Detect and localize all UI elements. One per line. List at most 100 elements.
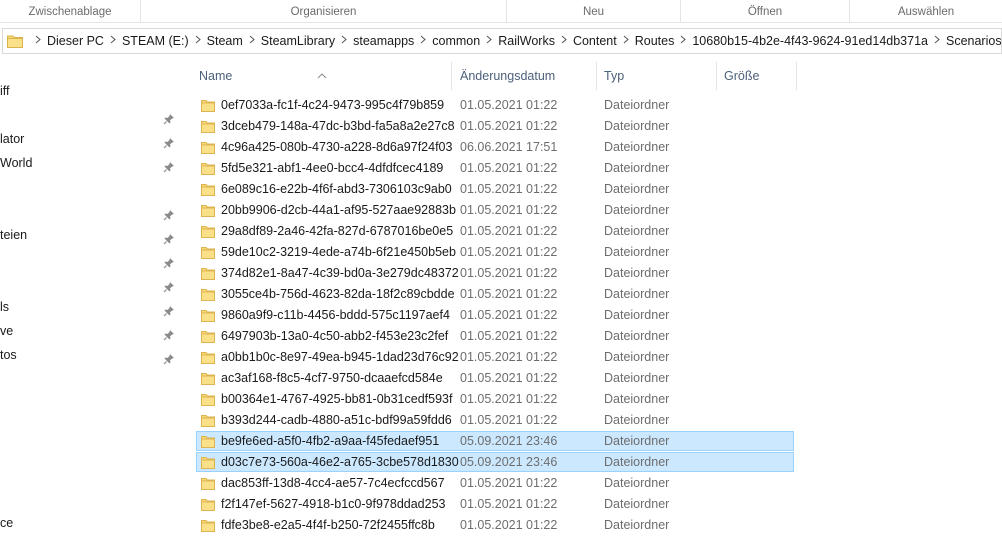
nav-item[interactable]: World — [0, 153, 32, 173]
breadcrumb-item[interactable]: common — [432, 34, 480, 48]
table-row[interactable]: f2f147ef-5627-4918-b1c0-9f978ddad253 01.0… — [196, 494, 794, 514]
table-row[interactable]: 6e089c16-e22b-4f6f-abd3-7306103c9ab0 01.0… — [196, 179, 794, 199]
file-type: Dateiordner — [604, 140, 670, 154]
table-row[interactable]: 29a8df89-2a46-42fa-827d-6787016be0e5 01.0… — [196, 221, 794, 241]
breadcrumb-item[interactable]: Routes — [635, 34, 675, 48]
pin-icon[interactable] — [163, 137, 175, 149]
file-date: 01.05.2021 01:22 — [460, 98, 558, 112]
breadcrumb-item[interactable]: Steam — [207, 34, 243, 48]
breadcrumb-item[interactable]: Content — [573, 34, 617, 48]
column-header-size-label: Größe — [724, 69, 760, 83]
pin-icon[interactable] — [163, 353, 175, 365]
address-row: Dieser PC STEAM (E:) Steam SteamLibrary stea… — [0, 23, 1002, 61]
table-row[interactable]: dac853ff-13d8-4cc4-ae57-7c4ecfccd567 01.0… — [196, 473, 794, 493]
chevron-right-icon[interactable] — [623, 35, 629, 47]
navigation-pane: iff lator World teien ls ve tos ce — [0, 62, 185, 557]
chevron-right-icon[interactable] — [934, 35, 940, 47]
pin-icon[interactable] — [163, 161, 175, 173]
file-name: d03c7e73-560a-46e2-a765-3cbe578d1830 — [221, 455, 459, 469]
pin-icon[interactable] — [163, 329, 175, 341]
breadcrumb-item[interactable]: 10680b15-4b2e-4f43-9624-91ed14db371a — [692, 34, 928, 48]
file-name: 4c96a425-080b-4730-a228-8d6a97f24f03 — [221, 140, 453, 154]
table-row[interactable]: 4c96a425-080b-4730-a228-8d6a97f24f03 06.0… — [196, 137, 794, 157]
chevron-right-icon[interactable] — [680, 35, 687, 47]
pin-icon[interactable] — [163, 233, 175, 245]
column-header-date[interactable]: Änderungsdatum — [452, 62, 597, 90]
breadcrumb-item[interactable]: steamapps — [353, 34, 414, 48]
nav-item[interactable]: ve — [0, 321, 13, 341]
pin-icon[interactable] — [163, 209, 175, 221]
file-name: 59de10c2-3219-4ede-a74b-6f21e450b5eb — [221, 245, 456, 259]
folder-icon — [201, 183, 215, 199]
table-row[interactable]: ac3af168-f8c5-4cf7-9750-dcaaefcd584e 01.0… — [196, 368, 794, 388]
breadcrumb-item[interactable]: Dieser PC — [47, 34, 104, 48]
table-row[interactable]: fdfe3be8-e2a5-4f4f-b250-72f2455ffc8b 01.0… — [196, 515, 794, 535]
file-type: Dateiordner — [604, 119, 670, 133]
table-row[interactable]: 3055ce4b-756d-4623-82da-18f2c89cbdde 01.0… — [196, 284, 794, 304]
nav-item[interactable]: tos — [0, 345, 17, 365]
pin-icon[interactable] — [163, 305, 175, 317]
file-type: Dateiordner — [604, 98, 670, 112]
table-row[interactable]: a0bb1b0c-8e97-49ea-b945-1dad23d76c92 01.0… — [196, 347, 794, 367]
folder-icon — [201, 246, 215, 262]
folder-icon — [201, 120, 215, 136]
breadcrumb-item[interactable]: Scenarios — [946, 34, 1001, 48]
table-row[interactable]: 5fd5e321-abf1-4ee0-bcc4-4dfdfcec4189 01.0… — [196, 158, 794, 178]
chevron-right-icon[interactable] — [35, 35, 41, 47]
file-date: 01.05.2021 01:22 — [460, 392, 558, 406]
nav-item[interactable]: ls — [0, 297, 9, 317]
pin-icon[interactable] — [163, 113, 175, 125]
file-type: Dateiordner — [604, 245, 670, 259]
chevron-right-icon[interactable] — [110, 35, 116, 47]
pin-icon[interactable] — [163, 257, 175, 269]
table-row[interactable]: 0ef7033a-fc1f-4c24-9473-995c4f79b859 01.0… — [196, 95, 794, 115]
chevron-right-icon[interactable] — [341, 35, 347, 47]
nav-item[interactable]: lator — [0, 129, 24, 149]
file-name: 20bb9906-d2cb-44a1-af95-527aae92883b — [221, 203, 456, 217]
table-row[interactable]: 9860a9f9-c11b-4456-bddd-575c1197aef4 01.0… — [196, 305, 794, 325]
file-type: Dateiordner — [604, 182, 670, 196]
folder-icon — [201, 498, 215, 514]
file-name: 9860a9f9-c11b-4456-bddd-575c1197aef4 — [221, 308, 450, 322]
table-row[interactable]: b393d244-cadb-4880-a51c-bdf99a59fdd6 01.0… — [196, 410, 794, 430]
file-name: fdfe3be8-e2a5-4f4f-b250-72f2455ffc8b — [221, 518, 435, 532]
sort-up-icon — [317, 62, 327, 90]
table-row[interactable]: 3dceb479-148a-47dc-b3bd-fa5a8a2e27c8 01.0… — [196, 116, 794, 136]
ribbon-group-select: Auswählen — [897, 6, 955, 18]
column-header-name-label: Name — [199, 69, 233, 83]
breadcrumb-item[interactable]: STEAM (E:) — [122, 34, 189, 48]
folder-icon — [7, 34, 23, 48]
nav-item[interactable]: iff — [0, 81, 10, 101]
breadcrumb-item[interactable]: SteamLibrary — [261, 34, 335, 48]
folder-icon — [201, 204, 215, 220]
column-header-type[interactable]: Typ — [597, 62, 717, 90]
table-row[interactable]: d03c7e73-560a-46e2-a765-3cbe578d1830 05.0… — [196, 452, 794, 472]
file-type: Dateiordner — [604, 476, 670, 490]
table-row[interactable]: 20bb9906-d2cb-44a1-af95-527aae92883b 01.0… — [196, 200, 794, 220]
column-header-name[interactable]: Name — [186, 62, 452, 90]
table-row[interactable]: 59de10c2-3219-4ede-a74b-6f21e450b5eb 01.0… — [196, 242, 794, 262]
breadcrumb-item[interactable]: RailWorks — [498, 34, 555, 48]
file-name: be9fe6ed-a5f0-4fb2-a9aa-f45fedaef951 — [221, 434, 440, 448]
file-type: Dateiordner — [604, 497, 670, 511]
table-row[interactable]: 6497903b-13a0-4c50-abb2-f453e23c2fef 01.0… — [196, 326, 794, 346]
nav-item[interactable]: teien — [0, 225, 27, 245]
ribbon-group-labels: Zwischenablage Organisieren Neu Öffnen A… — [0, 0, 1002, 23]
address-bar[interactable]: Dieser PC STEAM (E:) Steam SteamLibrary stea… — [2, 28, 1002, 54]
file-date: 06.06.2021 17:51 — [460, 140, 558, 154]
folder-icon — [201, 330, 215, 346]
pin-icon[interactable] — [163, 281, 175, 293]
file-name: 6e089c16-e22b-4f6f-abd3-7306103c9ab0 — [221, 182, 452, 196]
column-header-size[interactable]: Größe — [717, 62, 797, 90]
table-row[interactable]: be9fe6ed-a5f0-4fb2-a9aa-f45fedaef951 05.0… — [196, 431, 794, 451]
folder-icon — [201, 435, 215, 451]
chevron-right-icon[interactable] — [420, 35, 427, 47]
chevron-right-icon[interactable] — [486, 35, 492, 47]
table-row[interactable]: b00364e1-4767-4925-bb81-0b31cedf593f 01.0… — [196, 389, 794, 409]
chevron-right-icon[interactable] — [561, 35, 567, 47]
table-row[interactable]: 374d82e1-8a47-4c39-bd0a-3e279dc48372 01.0… — [196, 263, 794, 283]
chevron-right-icon[interactable] — [249, 35, 255, 47]
chevron-right-icon[interactable] — [195, 35, 201, 47]
nav-item[interactable]: ce — [0, 513, 13, 533]
file-type: Dateiordner — [604, 413, 670, 427]
